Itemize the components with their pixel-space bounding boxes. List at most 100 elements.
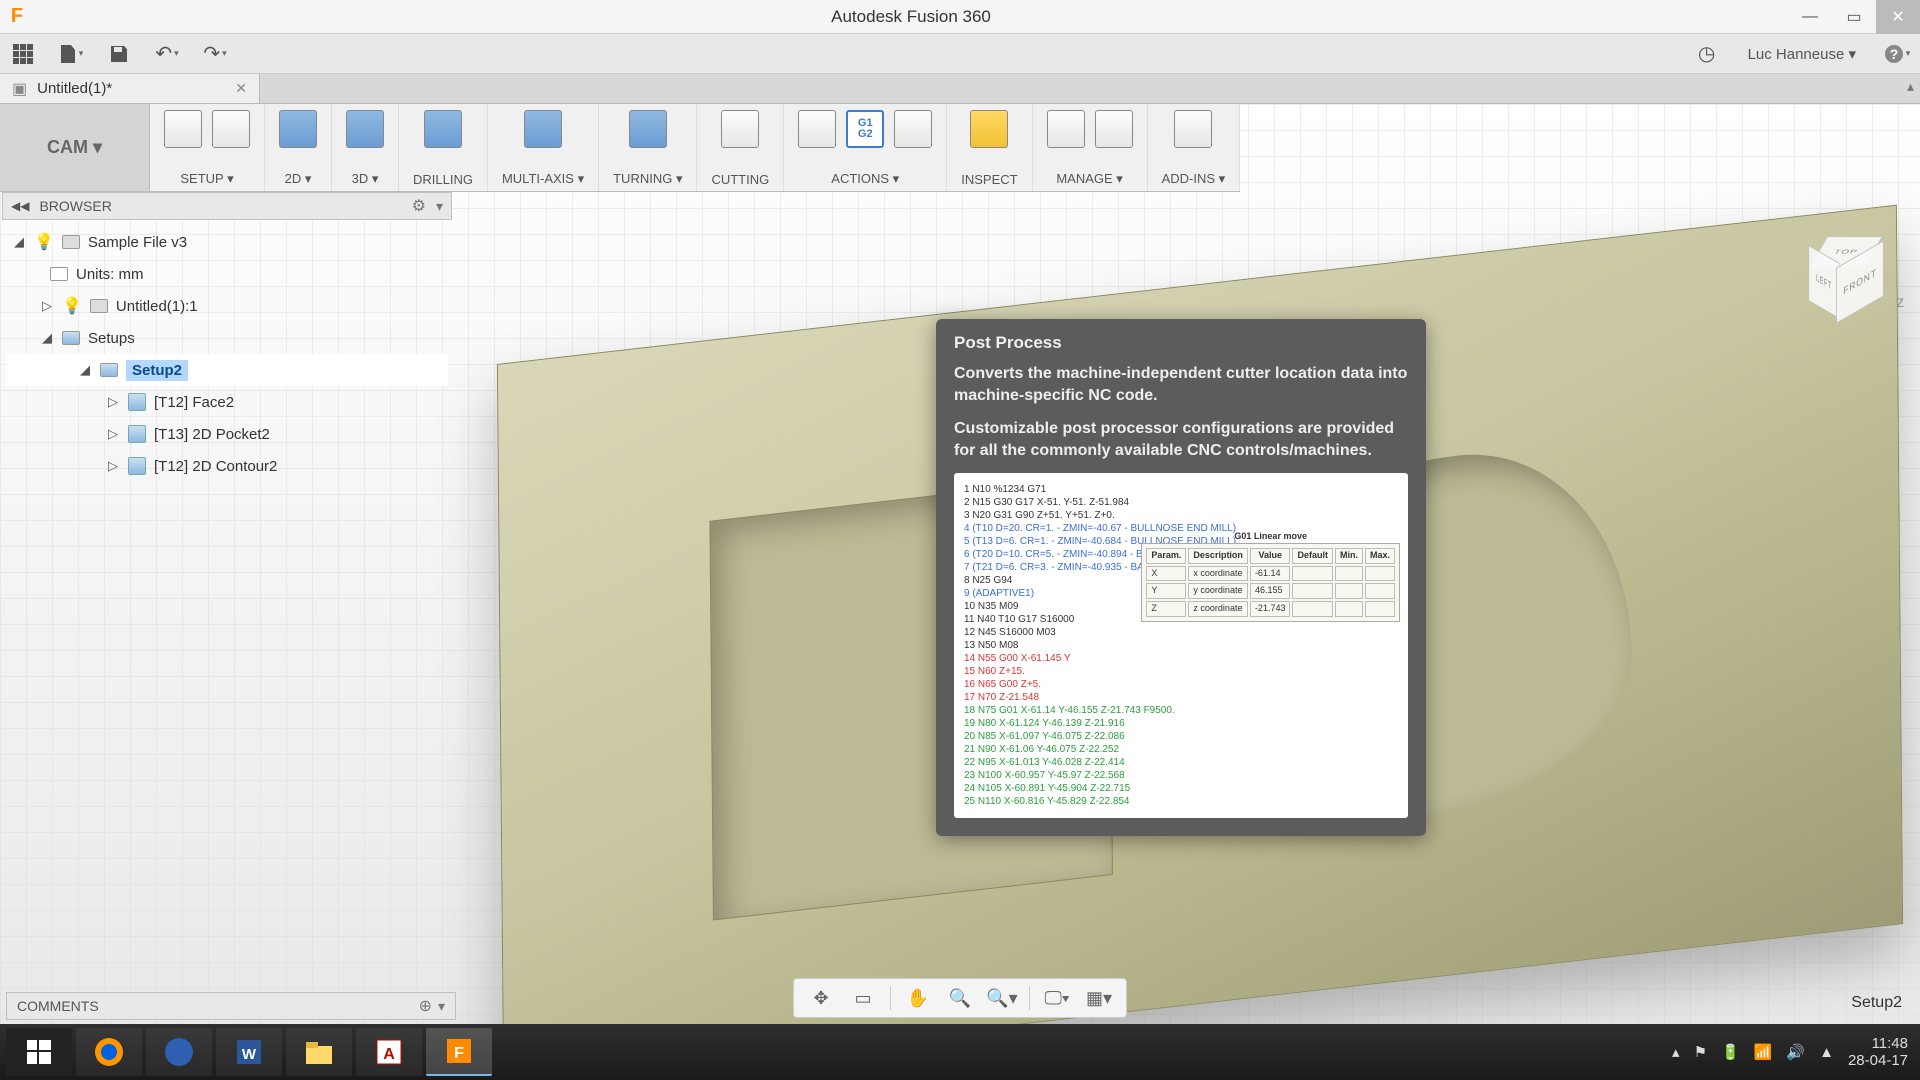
turning-icon[interactable] (629, 110, 667, 148)
ribbon-label-3d[interactable]: 3D ▾ (352, 171, 379, 187)
windows-taskbar: W A F ▴ ⚑ 🔋 📶 🔊 ▲ 11:48 28-04-17 (0, 1024, 1920, 1080)
tooltip-gcode-preview: 1 N10 %1234 G71 2 N15 G30 G17 X-51. Y-51… (954, 473, 1408, 818)
tray-network-icon[interactable]: 📶 (1754, 1043, 1773, 1061)
redo-icon[interactable]: ↷ (200, 39, 230, 69)
tree-root[interactable]: ◢ 💡 Sample File v3 (6, 226, 448, 258)
browser-panel: ◀◀ BROWSER ⚙ ▾ ◢ 💡 Sample File v3 Units:… (2, 192, 452, 488)
taskbar-fusion360[interactable]: F (426, 1028, 492, 1076)
taskbar-explorer[interactable] (286, 1028, 352, 1076)
tree-op-pocket[interactable]: ▷ [T13] 2D Pocket2 (6, 418, 448, 450)
document-icon (50, 267, 68, 281)
taskbar-adobe-reader[interactable]: A (356, 1028, 422, 1076)
post-process-icon[interactable]: G1G2 (846, 110, 884, 148)
expand-icon[interactable]: ▷ (106, 458, 120, 474)
grid-settings-icon[interactable]: ▦▾ (1080, 983, 1118, 1013)
browser-header[interactable]: ◀◀ BROWSER ⚙ ▾ (2, 192, 452, 220)
tray-flag-icon[interactable]: ⚑ (1694, 1043, 1707, 1061)
browser-dropdown-icon[interactable]: ▾ (436, 198, 443, 215)
tree-setup2[interactable]: ◢ Setup2 (6, 354, 448, 386)
th: Value (1250, 548, 1291, 564)
browser-settings-icon[interactable]: ⚙ (412, 196, 426, 216)
minimize-button[interactable]: — (1788, 0, 1832, 34)
expand-icon[interactable]: ◢ (12, 234, 26, 250)
ribbon-label-actions[interactable]: ACTIONS ▾ (831, 171, 899, 187)
tray-battery-icon[interactable]: 🔋 (1721, 1043, 1740, 1061)
addins-icon[interactable] (1174, 110, 1212, 148)
setup-icon[interactable] (164, 110, 202, 148)
taskbar-clock[interactable]: 11:48 28-04-17 (1848, 1035, 1908, 1070)
taskbar-firefox[interactable] (76, 1028, 142, 1076)
taskbar-thunderbird[interactable] (146, 1028, 212, 1076)
ribbon-label-drilling[interactable]: DRILLING (413, 172, 473, 187)
ribbon-label-inspect[interactable]: INSPECT (961, 172, 1017, 187)
start-button[interactable] (6, 1028, 72, 1076)
look-at-icon[interactable]: ▭ (844, 983, 882, 1013)
tray-show-hidden-icon[interactable]: ▴ (1672, 1043, 1680, 1061)
tray-volume-icon[interactable]: 🔊 (1786, 1043, 1805, 1061)
inspect-icon[interactable] (970, 110, 1008, 148)
gcode-line: 19 N80 X-61.124 Y-46.139 Z-21.916 (964, 717, 1398, 730)
user-menu[interactable]: Luc Hanneuse ▾ (1740, 45, 1864, 63)
document-tab[interactable]: ▣ Untitled(1)* ✕ (0, 74, 260, 103)
3d-icon[interactable] (346, 110, 384, 148)
add-comment-icon[interactable]: ⊕ (419, 996, 432, 1016)
tree-units[interactable]: Units: mm (6, 258, 448, 290)
pan-icon[interactable]: ✋ (899, 983, 937, 1013)
ribbon-label-cutting[interactable]: CUTTING (711, 172, 769, 187)
taskbar-word[interactable]: W (216, 1028, 282, 1076)
zoom-icon[interactable]: 🔍 (941, 983, 979, 1013)
tool-library-icon[interactable] (1047, 110, 1085, 148)
help-icon[interactable]: ? (1882, 39, 1912, 69)
viewcube[interactable]: TOP LEFT FRONT Z (1806, 224, 1886, 304)
expand-ribbon-icon[interactable]: ▴ (1907, 78, 1914, 95)
expand-icon[interactable]: ▷ (106, 426, 120, 442)
expand-icon[interactable]: ◢ (40, 330, 54, 346)
axis-z-label: Z (1897, 296, 1904, 310)
ribbon-label-manage[interactable]: MANAGE ▾ (1056, 171, 1122, 187)
visibility-icon[interactable]: 💡 (62, 296, 82, 316)
file-menu-icon[interactable] (56, 39, 86, 69)
job-status-icon[interactable]: ◷ (1692, 39, 1722, 69)
ribbon-label-turning[interactable]: TURNING ▾ (613, 171, 682, 187)
expand-icon[interactable]: ▷ (40, 298, 54, 314)
data-panel-icon[interactable] (8, 39, 38, 69)
tree-label: Sample File v3 (88, 234, 187, 251)
comments-dropdown-icon[interactable]: ▾ (438, 998, 445, 1015)
drilling-icon[interactable] (424, 110, 462, 148)
ribbon-label-addins[interactable]: ADD-INS ▾ (1162, 171, 1226, 187)
gcode-line: 16 N65 G00 Z+5. (964, 678, 1398, 691)
orbit-icon[interactable]: ✥ (802, 983, 840, 1013)
ribbon-label-setup[interactable]: SETUP ▾ (180, 171, 233, 187)
close-button[interactable]: ✕ (1876, 0, 1920, 34)
tree-op-face[interactable]: ▷ [T12] Face2 (6, 386, 448, 418)
comments-panel[interactable]: COMMENTS ⊕ ▾ (6, 992, 456, 1020)
folder-icon[interactable] (212, 110, 250, 148)
tray-drive-icon[interactable]: ▲ (1819, 1044, 1834, 1061)
tree-op-contour[interactable]: ▷ [T12] 2D Contour2 (6, 450, 448, 482)
expand-icon[interactable]: ▷ (106, 394, 120, 410)
ribbon-label-multiaxis[interactable]: MULTI-AXIS ▾ (502, 171, 584, 187)
display-settings-icon[interactable]: 🖵▾ (1038, 983, 1076, 1013)
tree-setups[interactable]: ◢ Setups (6, 322, 448, 354)
close-tab-icon[interactable]: ✕ (235, 80, 247, 97)
collapse-icon[interactable]: ◀◀ (11, 199, 29, 213)
gcode-line: 17 N70 Z-21.548 (964, 691, 1398, 704)
th: Description (1188, 548, 1248, 564)
cutting-icon[interactable] (721, 110, 759, 148)
workspace-switcher[interactable]: CAM ▾ (0, 104, 150, 191)
tooltip-param-table: G01 Linear move Param. Description Value… (1141, 531, 1400, 621)
maximize-button[interactable]: ▭ (1832, 0, 1876, 34)
document-icon: ▣ (12, 79, 27, 99)
expand-icon[interactable]: ◢ (78, 362, 92, 378)
tree-untitled[interactable]: ▷ 💡 Untitled(1):1 (6, 290, 448, 322)
setup-sheet-icon[interactable] (894, 110, 932, 148)
simulate-icon[interactable] (798, 110, 836, 148)
multiaxis-icon[interactable] (524, 110, 562, 148)
undo-icon[interactable]: ↶ (152, 39, 182, 69)
ribbon-label-2d[interactable]: 2D ▾ (285, 171, 312, 187)
task-manager-icon[interactable] (1095, 110, 1133, 148)
zoom-window-icon[interactable]: 🔍▾ (983, 983, 1021, 1013)
visibility-icon[interactable]: 💡 (34, 232, 54, 252)
2d-icon[interactable] (279, 110, 317, 148)
save-icon[interactable] (104, 39, 134, 69)
